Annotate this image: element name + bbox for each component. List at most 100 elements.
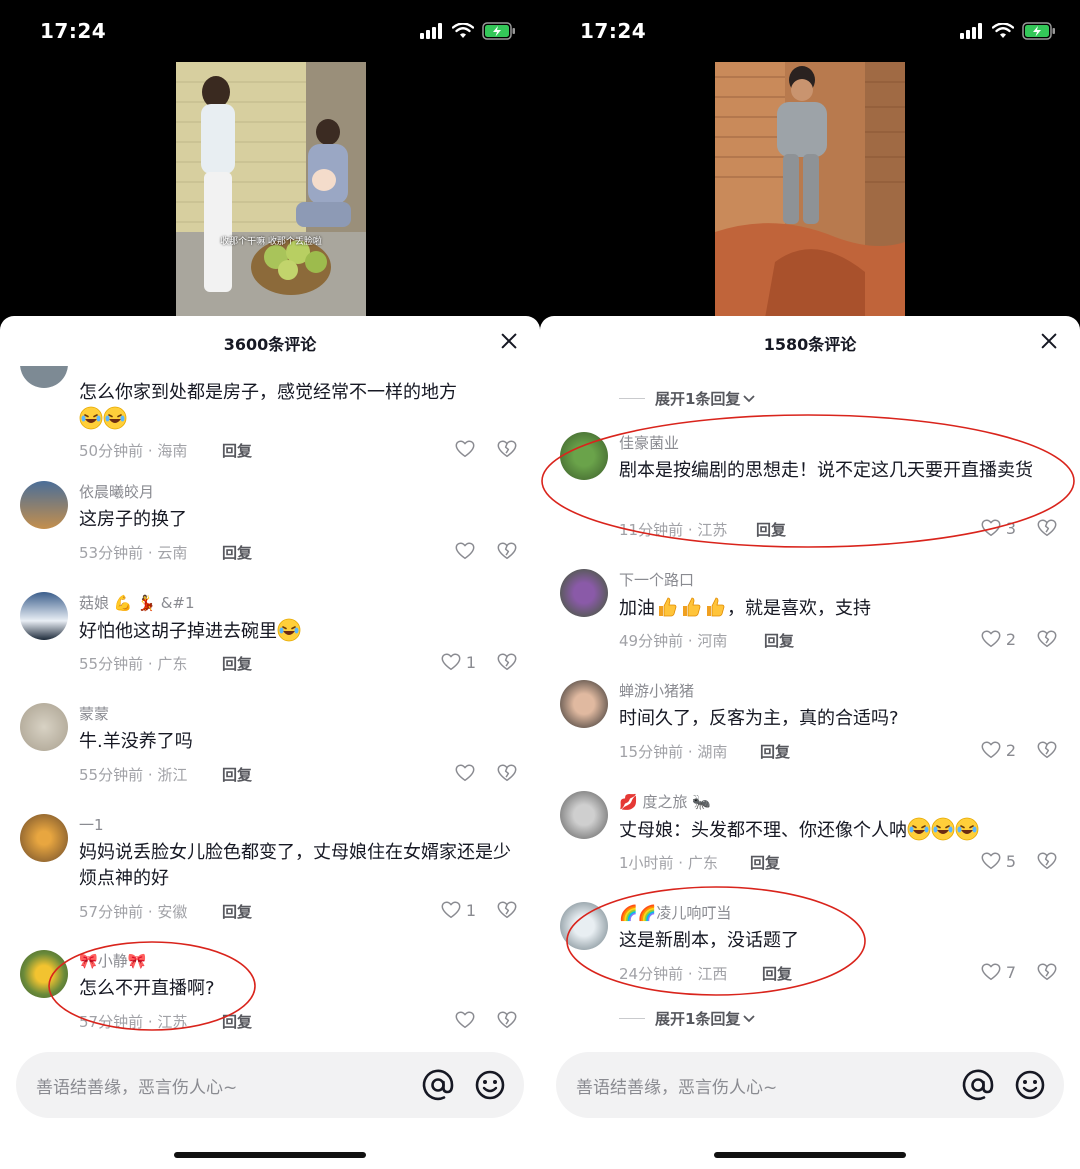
like-count: 2 bbox=[1005, 629, 1016, 649]
dislike-button[interactable] bbox=[496, 899, 518, 925]
comment-item: 怎么你家到处都是房子，感觉经常不一样的地方 50分钟前 · 海南 回复 bbox=[0, 366, 540, 460]
comment-text: 时间久了，反客为主，真的合适吗? bbox=[619, 708, 899, 729]
dislike-button[interactable] bbox=[496, 1009, 518, 1035]
heart-icon bbox=[980, 739, 1002, 761]
like-count: 7 bbox=[1005, 962, 1016, 982]
comment-author[interactable]: 蝉游小猪猪 bbox=[619, 680, 694, 701]
dislike-button[interactable] bbox=[496, 438, 518, 464]
comment-author[interactable]: 蒙蒙 bbox=[79, 703, 109, 724]
avatar[interactable] bbox=[20, 481, 68, 529]
emoji-icon[interactable] bbox=[1010, 1065, 1050, 1105]
avatar[interactable] bbox=[560, 569, 608, 617]
reply-button[interactable]: 回复 bbox=[222, 1011, 252, 1032]
like-button[interactable]: 2 bbox=[980, 739, 1016, 761]
reply-button[interactable]: 回复 bbox=[222, 901, 252, 922]
like-button[interactable]: 7 bbox=[980, 961, 1016, 983]
comment-author[interactable]: 一1 bbox=[79, 814, 104, 835]
dislike-button[interactable] bbox=[496, 762, 518, 788]
home-indicator[interactable] bbox=[174, 1152, 366, 1158]
comment-text: 怎么你家到处都是房子，感觉经常不一样的地方 bbox=[79, 382, 457, 403]
thumbs-up-emoji-icon bbox=[679, 595, 703, 619]
reply-button[interactable]: 回复 bbox=[222, 542, 252, 563]
comment-author[interactable]: 佳豪菌业 bbox=[619, 432, 679, 453]
comment-author[interactable]: 💋 度之旅 🐜 bbox=[619, 791, 711, 812]
comment-input-placeholder: 善语结善缘，恶言伤人心~ bbox=[576, 1078, 778, 1098]
reply-button[interactable]: 回复 bbox=[222, 764, 252, 785]
avatar[interactable] bbox=[20, 950, 68, 998]
reply-button[interactable]: 回复 bbox=[222, 440, 252, 461]
laughing-emoji-icon bbox=[955, 817, 979, 841]
reply-button[interactable]: 回复 bbox=[222, 653, 252, 674]
status-time: 17:24 bbox=[40, 19, 107, 43]
dislike-button[interactable] bbox=[496, 651, 518, 677]
close-icon[interactable] bbox=[500, 332, 518, 350]
like-button[interactable]: 2 bbox=[980, 628, 1016, 650]
like-button[interactable]: 3 bbox=[980, 517, 1016, 539]
dislike-button[interactable] bbox=[1036, 517, 1058, 543]
like-button[interactable]: 1 bbox=[440, 899, 476, 921]
reply-button[interactable]: 回复 bbox=[764, 630, 794, 651]
at-icon[interactable] bbox=[418, 1065, 458, 1105]
broken-heart-icon bbox=[1036, 739, 1058, 761]
comment-item: 🎀小静🎀 怎么不开直播啊? 57分钟前 · 江苏 回复 bbox=[0, 950, 540, 1040]
dislike-button[interactable] bbox=[1036, 628, 1058, 654]
like-button[interactable] bbox=[454, 1009, 476, 1031]
dislike-button[interactable] bbox=[1036, 850, 1058, 876]
comment-author[interactable]: 依晨曦皎月 bbox=[79, 481, 154, 502]
comment-author[interactable]: 菇娘 💪 💃 &#1 bbox=[79, 592, 195, 613]
reply-button[interactable]: 回复 bbox=[760, 741, 790, 762]
like-button[interactable] bbox=[454, 438, 476, 460]
video-player[interactable] bbox=[715, 62, 905, 318]
expand-replies-button[interactable]: 展开1条回复 bbox=[619, 1008, 756, 1029]
like-button[interactable]: 1 bbox=[440, 651, 476, 673]
emoji-icon[interactable] bbox=[470, 1065, 510, 1105]
avatar[interactable] bbox=[20, 703, 68, 751]
ribbon-emoji-icon: 🎀 bbox=[79, 952, 98, 970]
dislike-button[interactable] bbox=[1036, 961, 1058, 987]
like-button[interactable]: 5 bbox=[980, 850, 1016, 872]
comment-author[interactable]: 🌈🌈凌儿响叮当 bbox=[619, 902, 731, 923]
comment-input[interactable]: 善语结善缘，恶言伤人心~ bbox=[16, 1052, 524, 1118]
comment-count-title: 3600条评论 bbox=[223, 335, 317, 354]
comment-list[interactable]: 展开1条回复 佳豪菌业 剧本是按编剧的思想走！说不定这几天要开直播卖货 11分钟… bbox=[540, 366, 1080, 1053]
laughing-emoji-icon bbox=[103, 406, 127, 430]
comment-author[interactable]: 🎀小静🎀 bbox=[79, 950, 146, 971]
avatar[interactable] bbox=[560, 902, 608, 950]
dislike-button[interactable] bbox=[1036, 739, 1058, 765]
broken-heart-icon bbox=[496, 540, 518, 562]
ribbon-emoji-icon: 🎀 bbox=[127, 952, 147, 970]
signal-icon bbox=[960, 23, 982, 39]
avatar[interactable] bbox=[20, 814, 68, 862]
comment-item: 一1 妈妈说丢脸女儿脸色都变了，丈母娘住在女婿家还是少烦点神的好 57分钟前 ·… bbox=[0, 814, 540, 924]
like-button[interactable] bbox=[454, 762, 476, 784]
left-phone-screen: 17:24 收那个干嘛 收那个丢脸啦 3600条评论 怎么你家到处都是房子，感觉… bbox=[0, 0, 540, 1169]
avatar[interactable] bbox=[20, 592, 68, 640]
comment-meta: 50分钟前 · 海南 bbox=[79, 442, 188, 460]
home-indicator[interactable] bbox=[714, 1152, 906, 1158]
comment-meta: 55分钟前 · 广东 bbox=[79, 655, 188, 673]
avatar[interactable] bbox=[560, 432, 608, 480]
heart-icon bbox=[440, 651, 462, 673]
broken-heart-icon bbox=[496, 1009, 518, 1031]
signal-icon bbox=[420, 23, 442, 39]
like-button[interactable] bbox=[454, 540, 476, 562]
avatar[interactable] bbox=[20, 366, 68, 388]
comment-author[interactable]: 下一个路口 bbox=[619, 569, 694, 590]
video-subtitle: 收那个干嘛 收那个丢脸啦 bbox=[220, 237, 322, 247]
dislike-button[interactable] bbox=[496, 540, 518, 566]
reply-button[interactable]: 回复 bbox=[762, 963, 792, 984]
comment-input[interactable]: 善语结善缘，恶言伤人心~ bbox=[556, 1052, 1064, 1118]
at-icon[interactable] bbox=[958, 1065, 998, 1105]
comment-item: 🌈🌈凌儿响叮当 这是新剧本，没话题了 24分钟前 · 江西 回复 7 bbox=[540, 902, 1080, 992]
close-icon[interactable] bbox=[1040, 332, 1058, 350]
avatar[interactable] bbox=[560, 680, 608, 728]
heart-icon bbox=[454, 438, 476, 460]
avatar[interactable] bbox=[560, 791, 608, 839]
comment-list[interactable]: 怎么你家到处都是房子，感觉经常不一样的地方 50分钟前 · 海南 回复 依晨曦皎… bbox=[0, 366, 540, 1053]
expand-replies-button[interactable]: 展开1条回复 bbox=[619, 388, 756, 409]
right-phone-screen: 17:24 1580条评论 展开1条回复 佳豪菌业 剧本是按编剧的思想走！说不定… bbox=[540, 0, 1080, 1169]
video-player[interactable]: 收那个干嘛 收那个丢脸啦 bbox=[176, 62, 366, 318]
reply-button[interactable]: 回复 bbox=[756, 519, 786, 540]
status-time: 17:24 bbox=[580, 19, 647, 43]
reply-button[interactable]: 回复 bbox=[750, 852, 780, 873]
